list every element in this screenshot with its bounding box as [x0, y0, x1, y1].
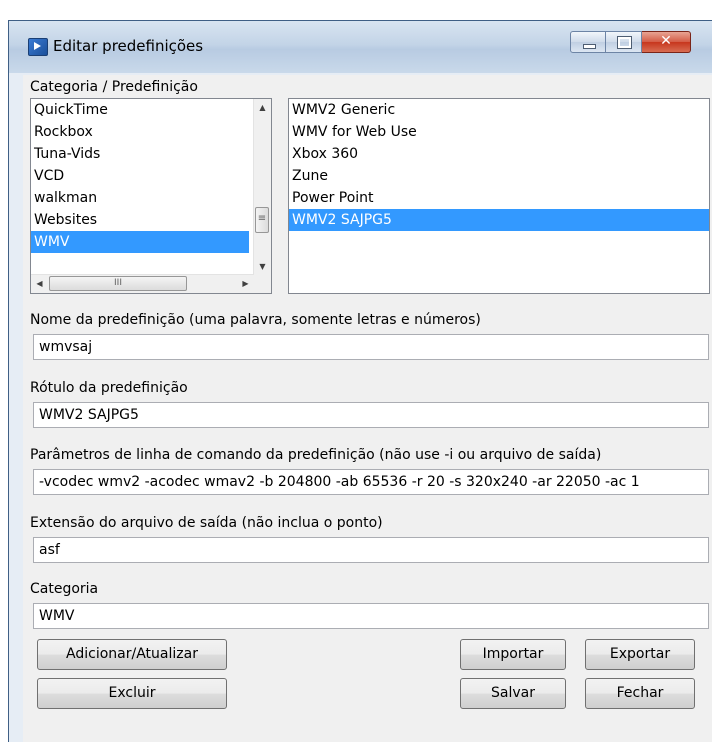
category-item[interactable]: QuickTime [31, 99, 271, 121]
preset-item[interactable]: WMV2 Generic [289, 99, 709, 121]
save-button[interactable]: Salvar [460, 678, 566, 709]
scrollbar-corner [254, 275, 271, 293]
scroll-up-icon[interactable]: ▲ [254, 99, 271, 116]
delete-button[interactable]: Excluir [37, 678, 227, 709]
preset-name-field[interactable]: wmvsaj [33, 334, 709, 360]
category-horizontal-scrollbar[interactable]: ◀ III ▶ [31, 274, 254, 293]
command-params-label: Parâmetros de linha de comando da predef… [30, 447, 602, 463]
horizontal-scroll-thumb[interactable]: III [49, 276, 187, 291]
category-field[interactable]: WMV [33, 603, 709, 629]
preset-tag-field[interactable]: WMV2 SAJPG5 [33, 402, 709, 428]
preset-name-label: Nome da predefinição (uma palavra, somen… [30, 312, 481, 328]
category-item[interactable]: VCD [31, 165, 271, 187]
category-list[interactable]: QuickTime Rockbox Tuna-Vids VCD walkman … [30, 98, 272, 294]
minimize-icon [583, 44, 596, 49]
preset-tag-label: Rótulo da predefinição [30, 380, 188, 396]
preset-item[interactable]: Power Point [289, 187, 709, 209]
app-icon [28, 38, 48, 56]
category-item[interactable]: Rockbox [31, 121, 271, 143]
category-vertical-scrollbar[interactable]: ▲ ≡ ▼ [253, 99, 271, 275]
add-update-button[interactable]: Adicionar/Atualizar [37, 639, 227, 670]
maximize-button[interactable] [606, 31, 642, 53]
command-params-field[interactable]: -vcodec wmv2 -acodec wmav2 -b 204800 -ab… [33, 469, 709, 495]
scroll-left-icon[interactable]: ◀ [31, 275, 48, 292]
category-field-label: Categoria [30, 581, 99, 597]
grip-icon: ≡ [257, 213, 267, 224]
category-item[interactable]: Tuna-Vids [31, 143, 271, 165]
output-extension-label: Extensão do arquivo de saída (não inclua… [30, 515, 383, 531]
category-items: QuickTime Rockbox Tuna-Vids VCD walkman … [31, 99, 271, 253]
vertical-scroll-thumb[interactable]: ≡ [255, 207, 269, 233]
output-extension-field[interactable]: asf [33, 537, 709, 563]
category-item-selected[interactable]: WMV [31, 231, 249, 253]
window-title: Editar predefinições [53, 37, 204, 55]
category-item[interactable]: Websites [31, 209, 271, 231]
scroll-down-icon[interactable]: ▼ [254, 258, 271, 275]
close-button[interactable]: Fechar [585, 678, 695, 709]
import-button[interactable]: Importar [460, 639, 566, 670]
preset-item[interactable]: WMV for Web Use [289, 121, 709, 143]
close-icon: ✕ [660, 33, 672, 49]
title-bar[interactable]: Editar predefinições ✕ [9, 21, 712, 73]
preset-item[interactable]: Xbox 360 [289, 143, 709, 165]
category-preset-label: Categoria / Predefinição [30, 79, 198, 95]
category-item[interactable]: walkman [31, 187, 271, 209]
export-button[interactable]: Exportar [585, 639, 695, 670]
edit-presets-window: Editar predefinições ✕ Categoria / Prede… [8, 20, 712, 742]
minimize-button[interactable] [570, 31, 606, 53]
preset-list[interactable]: WMV2 Generic WMV for Web Use Xbox 360 Zu… [288, 98, 710, 294]
dialog-client-area: Categoria / Predefinição QuickTime Rockb… [23, 75, 712, 742]
scroll-right-icon[interactable]: ▶ [237, 275, 254, 292]
maximize-icon [617, 36, 632, 49]
preset-item[interactable]: Zune [289, 165, 709, 187]
close-window-button[interactable]: ✕ [642, 31, 691, 53]
preset-item-selected[interactable]: WMV2 SAJPG5 [289, 209, 709, 231]
